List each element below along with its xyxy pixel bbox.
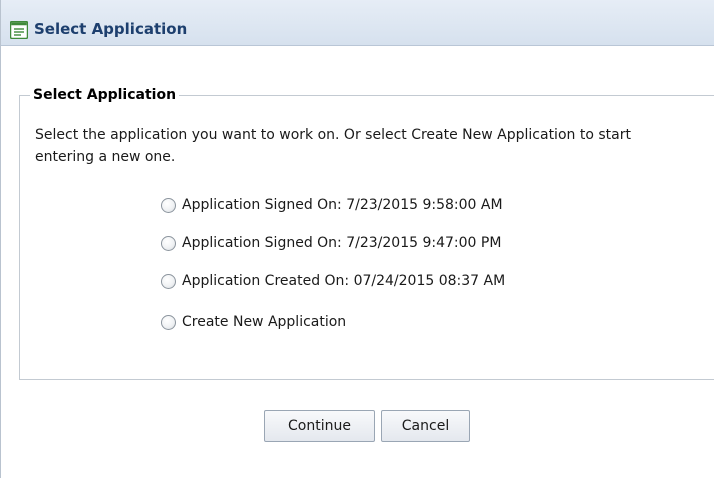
window-title: Select Application: [34, 20, 188, 38]
group-legend: Select Application: [33, 87, 177, 103]
option-label: Application Created On: 07/24/2015 08:37…: [182, 273, 506, 289]
title-bar: Select Application: [1, 0, 714, 46]
option-label: Application Signed On: 7/23/2015 9:58:00…: [182, 197, 503, 213]
radio-button[interactable]: [161, 273, 176, 289]
cancel-button[interactable]: Cancel: [381, 410, 470, 442]
radio-button[interactable]: [161, 235, 176, 251]
select-application-window: Select Application Select Application Se…: [0, 0, 714, 478]
option-label: Application Signed On: 7/23/2015 9:47:00…: [182, 235, 502, 251]
form-icon: [9, 20, 29, 40]
option-signed-947pm[interactable]: Application Signed On: 7/23/2015 9:47:00…: [161, 232, 501, 254]
option-created-0837am[interactable]: Application Created On: 07/24/2015 08:37…: [161, 270, 505, 292]
instructions-text: Select the application you want to work …: [35, 127, 631, 165]
option-create-new-application[interactable]: Create New Application: [161, 311, 346, 333]
radio-button[interactable]: [161, 314, 176, 330]
option-signed-958am[interactable]: Application Signed On: 7/23/2015 9:58:00…: [161, 194, 503, 216]
continue-button[interactable]: Continue: [264, 410, 375, 442]
radio-button[interactable]: [161, 197, 176, 213]
option-label: Create New Application: [182, 314, 347, 330]
